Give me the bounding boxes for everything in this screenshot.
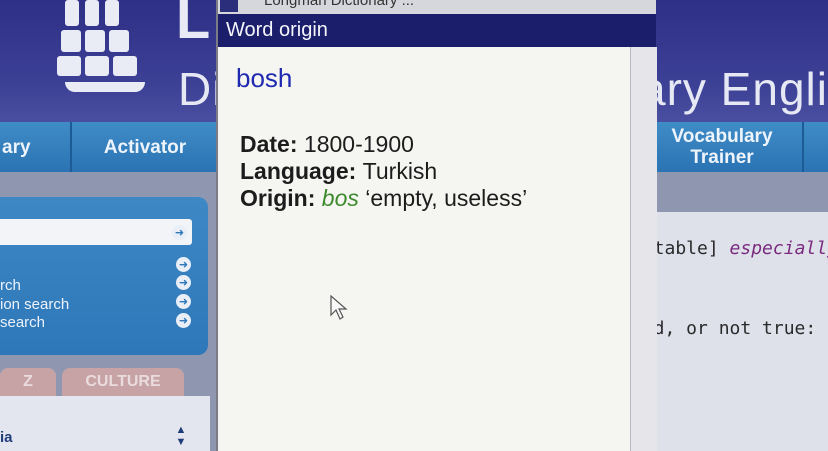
window-title: Longman Dictionary ... bbox=[264, 0, 415, 9]
brand-letter: L bbox=[176, 0, 213, 50]
side-link-full-search[interactable]: search bbox=[0, 314, 45, 331]
app-icon bbox=[220, 0, 238, 12]
language-value: Turkish bbox=[362, 158, 438, 184]
go-arrow-icon[interactable]: ➜ bbox=[176, 257, 191, 272]
word-origin-window: Longman Dictionary ... Word origin bosh … bbox=[216, 0, 657, 451]
go-arrow-icon[interactable]: ➜ bbox=[176, 275, 191, 290]
mouse-pointer-icon bbox=[330, 295, 348, 320]
language-label: Language: bbox=[240, 158, 363, 184]
tab-extra[interactable] bbox=[804, 122, 828, 172]
brand-title-right: ary Engli bbox=[640, 63, 828, 115]
side-link-search[interactable]: rch bbox=[0, 277, 21, 294]
search-go-icon[interactable]: ➜ bbox=[172, 225, 187, 240]
list-item[interactable]: ia bbox=[0, 429, 13, 446]
popup-header: Word origin bbox=[218, 14, 656, 47]
go-arrow-icon[interactable]: ➜ bbox=[176, 294, 191, 309]
search-input[interactable] bbox=[0, 219, 192, 245]
tab-a-z[interactable]: Z bbox=[0, 368, 56, 396]
origin-word: bos bbox=[321, 185, 366, 211]
register-label: especially bbox=[729, 238, 828, 259]
popup-scrollbar[interactable] bbox=[630, 47, 657, 451]
date-row: Date: 1800-1900 bbox=[240, 131, 414, 158]
go-arrow-icon[interactable]: ➜ bbox=[176, 313, 191, 328]
definition-line-1: untable] especially bbox=[632, 238, 828, 259]
tab-dictionary[interactable]: ary bbox=[0, 122, 72, 172]
definition-line-2: ood, or not true: bbox=[632, 318, 817, 339]
origin-label: Origin: bbox=[240, 185, 322, 211]
origin-meaning: ‘empty, useless’ bbox=[365, 185, 528, 211]
longman-ship-logo-icon bbox=[55, 0, 155, 110]
side-link-expression-search[interactable]: ion search bbox=[0, 296, 69, 313]
list-scroll-arrows-icon[interactable]: ▲ ▼ bbox=[175, 424, 187, 451]
window-titlebar[interactable]: Longman Dictionary ... bbox=[218, 0, 656, 14]
headword: bosh bbox=[236, 63, 293, 93]
tab-culture[interactable]: CULTURE bbox=[62, 368, 184, 396]
origin-row: Origin: bos ‘empty, useless’ bbox=[240, 185, 527, 212]
date-value: 1800-1900 bbox=[303, 131, 414, 157]
language-row: Language: Turkish bbox=[240, 158, 437, 185]
search-panel: ➜ ➜ rch ➜ ion search ➜ search ➜ bbox=[0, 197, 208, 355]
tab-activator[interactable]: Activator bbox=[70, 122, 222, 172]
popup-content: bosh Date: 1800-1900 Language: Turkish O… bbox=[218, 47, 630, 451]
date-label: Date: bbox=[240, 131, 304, 157]
tab-vocabulary-trainer[interactable]: Vocabulary Trainer bbox=[642, 122, 804, 172]
